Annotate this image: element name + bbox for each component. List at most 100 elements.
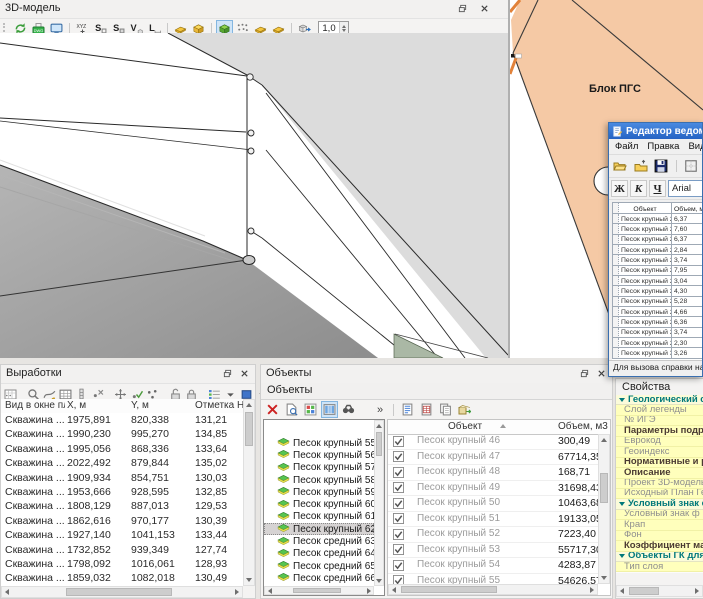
list-item[interactable]: Песок крупный 62 (264, 523, 374, 535)
list-vscrollbar[interactable] (374, 420, 384, 586)
editor-table[interactable]: Объект Объем, м3 Песок крупный 26,37Песо… (612, 202, 703, 362)
property-row[interactable]: Слой легенды (616, 405, 703, 415)
list-item[interactable]: Песок средний 65 (264, 560, 374, 572)
table-row[interactable]: Песок крупный 544283,87 (388, 558, 598, 574)
objects-table[interactable]: Объект Объем, м3 Песок крупный 46300,49П… (387, 419, 611, 596)
menu-item-2[interactable]: Вид (688, 141, 703, 152)
row-selector[interactable] (612, 224, 619, 234)
property-row[interactable]: Проект 3D-модель (616, 479, 703, 489)
property-row[interactable]: Коэффициент ма (616, 541, 703, 551)
row-checkbox[interactable] (393, 560, 404, 571)
table-row[interactable]: Скважина ...1798,0921016,061128,93 (1, 557, 243, 571)
float-icon[interactable] (578, 367, 590, 379)
property-row[interactable]: Крап (616, 520, 703, 530)
property-row[interactable]: Условный знак ф (616, 510, 703, 520)
table-row[interactable]: Скважина ...1927,1401041,153133,44 (1, 528, 243, 542)
scroll-right-icon[interactable] (692, 586, 702, 596)
property-row[interactable]: Еврокод (616, 437, 703, 447)
float-icon[interactable] (456, 2, 468, 14)
property-group[interactable]: Объекты ГК для ф (616, 552, 703, 562)
property-row[interactable]: № ИГЭ (616, 416, 703, 426)
list-item[interactable]: Песок средний 66 (264, 572, 374, 584)
property-row[interactable]: Исходный План Ге (616, 489, 703, 499)
list-item[interactable]: Песок крупный 57 (264, 462, 374, 474)
table-row[interactable]: Скважина ...1859,0321082,018130,49 (1, 571, 243, 585)
table-row[interactable]: Песок крупный 5554626,57 (388, 574, 598, 585)
property-row[interactable]: Нормативные и ра (616, 458, 703, 468)
property-row[interactable]: Геоиндекс (616, 447, 703, 457)
property-row[interactable]: Параметры подроб (616, 426, 703, 436)
editor-titlebar[interactable]: Редактор ведомостей - (609, 123, 702, 139)
bold-button[interactable]: Ж (611, 180, 628, 197)
scroll-down-icon[interactable] (244, 575, 254, 585)
vyrabotki-table[interactable]: Скважина ...1975,891820,338131,21Скважин… (1, 413, 243, 586)
list-item[interactable]: Песок средний 63 (264, 535, 374, 547)
row-checkbox[interactable] (393, 498, 404, 509)
scroll-right-icon[interactable] (587, 585, 597, 594)
list-item[interactable]: Песок крупный 60 (264, 498, 374, 510)
row-selector[interactable] (612, 317, 619, 327)
vyrabotki-hscrollbar[interactable] (1, 586, 243, 598)
classifier-icon[interactable] (302, 401, 319, 418)
table-row[interactable]: Скважина ...1732,852939,349127,74 (1, 543, 243, 557)
row-checkbox[interactable] (393, 513, 404, 524)
table-row[interactable]: Песок крупный 5010463,68 (388, 496, 598, 512)
table-report-icon[interactable] (418, 401, 435, 418)
row-checkbox[interactable] (393, 529, 404, 540)
menu-item-0[interactable]: Файл (615, 141, 638, 152)
table-row[interactable]: Песок крупный 5355717,30 (388, 543, 598, 559)
table-row[interactable]: Скважина ...1995,056868,336133,64 (1, 442, 243, 456)
row-selector[interactable] (612, 338, 619, 348)
report-doc-icon[interactable] (399, 401, 416, 418)
binoculars-icon[interactable] (340, 401, 357, 418)
table-row[interactable]: Песок крупный 527223,40 (388, 527, 598, 543)
properties-hscrollbar[interactable] (616, 585, 703, 597)
table-row[interactable]: Скважина ...1808,129887,013129,53 (1, 499, 243, 513)
scrollbar-thumb[interactable] (600, 473, 608, 503)
row-selector[interactable] (612, 255, 619, 265)
scrollbar-thumb[interactable] (401, 586, 497, 593)
column-header-object[interactable]: Объект (448, 421, 482, 432)
row-checkbox[interactable] (393, 436, 404, 447)
page-preview-icon[interactable] (283, 401, 300, 418)
property-row[interactable]: Описание (616, 468, 703, 478)
table-row[interactable]: Песок крупный 5119133,05 (388, 512, 598, 528)
column-header-volume[interactable]: Объем, м3 (558, 421, 608, 432)
scrollbar-thumb[interactable] (66, 588, 172, 596)
row-selector[interactable] (612, 276, 619, 286)
close-icon[interactable] (238, 367, 250, 379)
row-checkbox[interactable] (393, 575, 404, 584)
vyrabotki-vscrollbar[interactable] (243, 399, 255, 586)
import-folder-icon[interactable] (632, 156, 651, 176)
close-icon[interactable] (478, 2, 490, 14)
copy-pages-icon[interactable] (437, 401, 454, 418)
row-selector[interactable] (612, 266, 619, 276)
property-group[interactable]: Геологический слой (616, 395, 703, 405)
table-row[interactable]: Песок крупный 4767714,35 (388, 450, 598, 466)
column-header-object[interactable]: Объект (619, 202, 672, 214)
underline-button[interactable]: Ч (649, 180, 666, 197)
table-vscrollbar[interactable] (598, 434, 610, 584)
column-header-y[interactable]: Y, м (131, 400, 193, 411)
row-checkbox[interactable] (393, 451, 404, 462)
table-row[interactable]: Скважина ...1990,230995,270134,85 (1, 427, 243, 441)
table-row[interactable]: Скважина ...1975,891820,338131,21 (1, 413, 243, 427)
property-row[interactable]: Фон (616, 531, 703, 541)
open-folder-icon[interactable] (611, 156, 630, 176)
row-selector[interactable] (612, 245, 619, 255)
table-row[interactable]: Песок крупный 4931698,43 (388, 481, 598, 497)
row-selector[interactable] (612, 214, 619, 224)
scroll-right-icon[interactable] (232, 587, 242, 597)
property-group[interactable]: Условный знак сл (616, 499, 703, 509)
column-header-h[interactable]: Отметка H, м (195, 400, 243, 411)
scroll-down-icon[interactable] (599, 573, 609, 583)
scrollbar-thumb[interactable] (376, 432, 382, 456)
table-hscrollbar[interactable] (388, 584, 598, 595)
table-row[interactable]: Скважина ...1909,934854,751130,03 (1, 471, 243, 485)
table-row[interactable]: Скважина ...1862,616970,177130,39 (1, 514, 243, 528)
row-selector[interactable] (612, 297, 619, 307)
table-row[interactable]: Скважина ...2022,492879,844135,02 (1, 456, 243, 470)
borders-grid-icon[interactable] (681, 156, 700, 176)
row-selector[interactable] (612, 235, 619, 245)
scroll-up-icon[interactable] (244, 400, 254, 410)
